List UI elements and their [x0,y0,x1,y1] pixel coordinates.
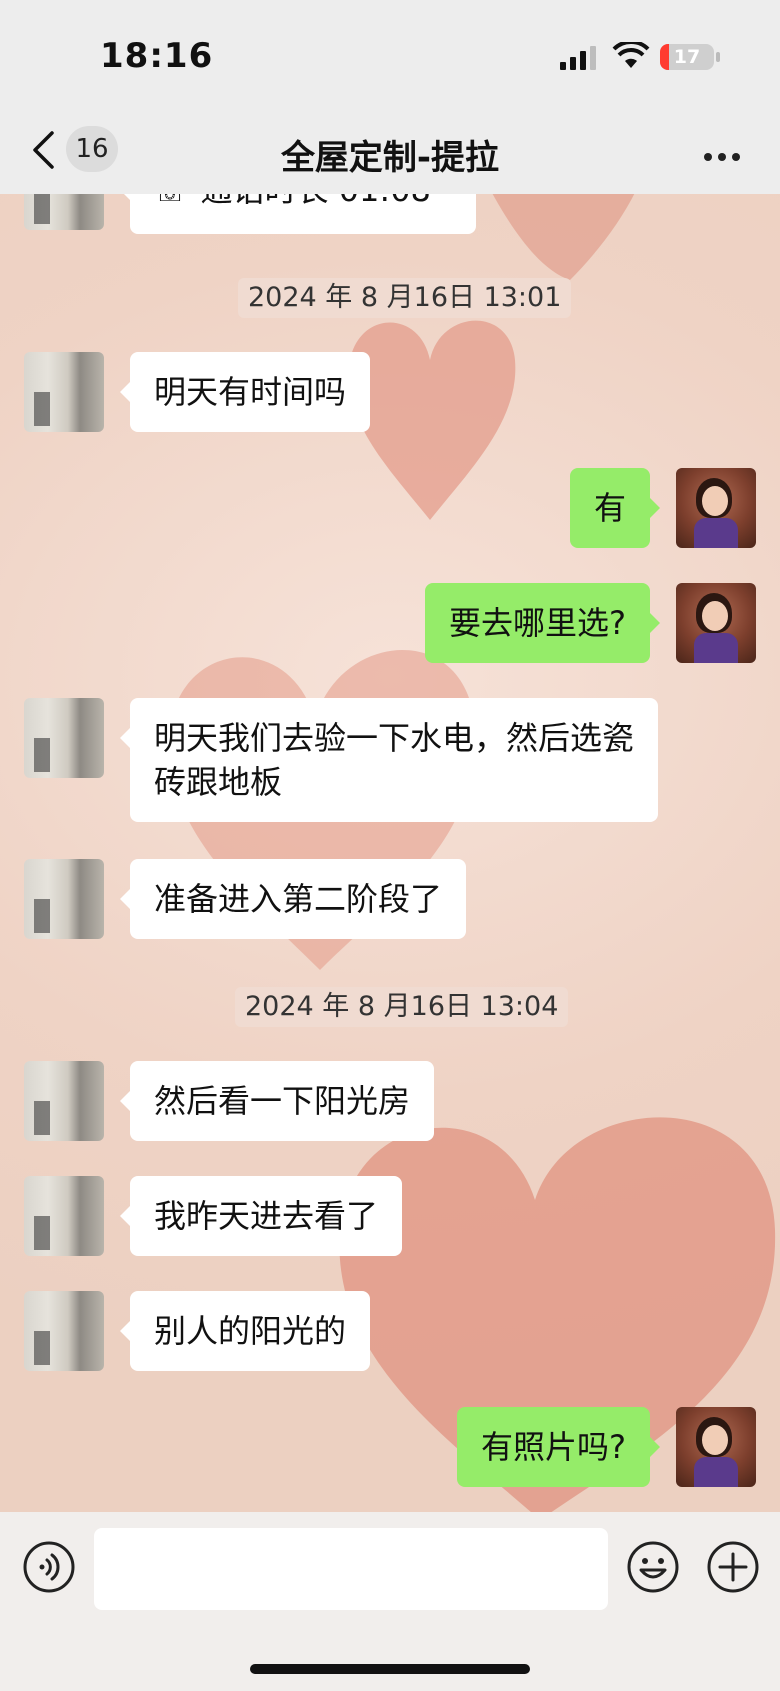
input-bar [0,1512,780,1691]
more-dots-icon[interactable] [704,146,746,165]
message-input[interactable] [94,1528,608,1610]
message-bubble-other[interactable]: 准备进入第二阶段了 [119,859,467,939]
message-bubble-other[interactable]: 我昨天进去看了 [119,1176,403,1256]
message-bubble-other[interactable]: 明天有时间吗 [119,352,371,432]
battery-level: 17 [673,46,701,68]
message-bubble-self[interactable]: 有照片吗? [457,1407,660,1487]
phone-icon: ☏ [154,194,187,208]
home-indicator [250,1664,530,1674]
signal-icon [560,46,596,70]
avatar-self[interactable] [676,1407,756,1487]
message-bubble-self[interactable]: 要去哪里选? [425,583,660,663]
avatar-self[interactable] [676,583,756,663]
avatar-contact[interactable] [24,194,104,230]
avatar-contact[interactable] [24,352,104,432]
chat-title: 全屋定制-提拉 [280,138,500,178]
plus-icon[interactable] [706,1540,760,1594]
voice-icon[interactable] [22,1540,76,1594]
wifi-icon [612,42,650,68]
timestamp: 2024 年 8 月16日 13:04 [235,987,569,1027]
avatar-contact[interactable] [24,859,104,939]
battery-tip [716,52,720,62]
message-bubble-other[interactable]: 然后看一下阳光房 [119,1061,435,1141]
chat-wallpaper [0,0,780,1691]
avatar-contact[interactable] [24,1176,104,1256]
avatar-self[interactable] [676,468,756,548]
message-bubble-other[interactable]: 明天我们去验一下水电，然后选瓷砖跟地板 [120,698,658,822]
call-record-bubble[interactable]: ☏ 通话时长 01:08 [120,194,476,234]
emoji-icon[interactable] [626,1540,680,1594]
message-bubble-self[interactable]: 有 [569,468,661,548]
avatar-contact[interactable] [24,1291,104,1371]
timestamp: 2024 年 8 月16日 13:01 [238,278,572,318]
avatar-contact[interactable] [24,1061,104,1141]
avatar-contact[interactable] [24,698,104,778]
call-record-text: 通话时长 01:08 [201,194,431,209]
status-bar: 18:16 17 [0,0,780,110]
status-time: 18:16 [100,36,214,76]
message-call-record: ☏ 通话时长 01:08 [0,194,780,234]
battery-icon: 17 [660,44,714,70]
chat-header: 16 全屋定制-提拉 [0,110,780,194]
message-bubble-other[interactable]: 别人的阳光的 [119,1291,371,1371]
